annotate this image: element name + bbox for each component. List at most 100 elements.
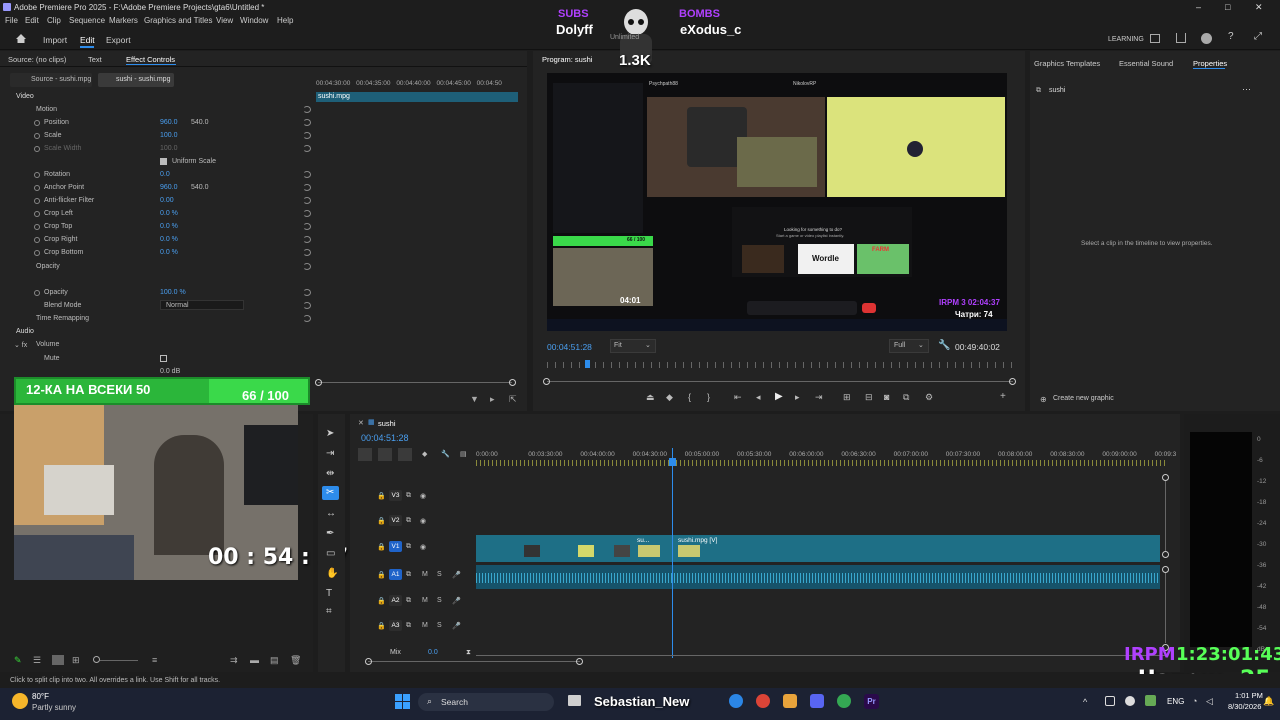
program-zoom-left[interactable] [543, 378, 550, 385]
chrome-icon-2[interactable] [837, 694, 851, 708]
solo-track-button[interactable]: S [437, 571, 442, 578]
reset-parameter-icon[interactable] [303, 106, 311, 113]
track-lock-icon[interactable]: 🔒 [377, 543, 386, 551]
stopwatch-icon[interactable] [34, 120, 40, 126]
share-icon[interactable] [1176, 33, 1186, 43]
menu-view[interactable]: View [216, 16, 233, 25]
timeline-timecode[interactable]: 00:04:51:28 [361, 433, 409, 443]
learning-workspace[interactable]: LEARNING [1108, 36, 1144, 43]
create-graphic-button[interactable]: Create new graphic [1053, 395, 1114, 402]
caption-tool-icon[interactable]: ⌗ [326, 606, 332, 617]
go-to-in-icon[interactable]: ⇤ [734, 392, 742, 403]
tab-graphics-templates[interactable]: Graphics Templates [1034, 59, 1100, 68]
sync-lock-icon[interactable]: ⧉ [406, 597, 411, 605]
discord-icon[interactable] [810, 694, 824, 708]
reset-parameter-icon[interactable] [303, 263, 311, 270]
track-target-a2[interactable]: A2 [389, 595, 402, 606]
effect-property-value-y[interactable]: 540.0 [191, 119, 209, 126]
track-target-a1[interactable]: A1 [389, 569, 402, 580]
zoom-slider-handle[interactable] [93, 656, 100, 663]
new-bin-icon[interactable]: ▬ [250, 655, 259, 665]
overwrite-icon[interactable]: ⊟ [865, 392, 873, 403]
menu-clip[interactable]: Clip [47, 16, 61, 25]
track-lock-icon[interactable]: 🔒 [377, 597, 386, 605]
wrench-icon[interactable]: 🔧 [938, 340, 950, 351]
mix-link-icon[interactable]: ⧗ [466, 649, 471, 657]
track-lock-icon[interactable]: 🔒 [377, 571, 386, 579]
freeform-view-icon[interactable]: ⊞ [72, 655, 80, 666]
stopwatch-icon[interactable] [34, 185, 40, 191]
maximize-icon[interactable]: □ [1225, 2, 1230, 12]
chrome-icon[interactable] [756, 694, 770, 708]
menu-edit[interactable]: Edit [25, 16, 39, 25]
stopwatch-icon[interactable] [34, 172, 40, 178]
stopwatch-icon[interactable] [34, 224, 40, 230]
stopwatch-icon[interactable] [34, 290, 40, 296]
export-tab[interactable]: Export [106, 35, 131, 45]
export-icon[interactable]: ⇱ [509, 394, 517, 405]
effect-property-value[interactable]: 0.0 % [160, 249, 178, 256]
progress-icon[interactable] [1201, 33, 1212, 44]
mute-track-button[interactable]: M [422, 622, 428, 629]
reset-parameter-icon[interactable] [303, 302, 311, 309]
reset-parameter-icon[interactable] [303, 145, 311, 152]
selection-tool-icon[interactable]: ➤ [326, 428, 334, 439]
add-marker-icon[interactable]: ◆ [422, 450, 427, 458]
timeline-tab[interactable]: sushi [378, 419, 396, 428]
microphone-icon[interactable]: 🎤 [452, 597, 461, 605]
clock-time[interactable]: 1:01 PM [1235, 691, 1263, 700]
timeline-playhead-line[interactable] [672, 448, 673, 658]
stopwatch-icon[interactable] [34, 211, 40, 217]
eye-icon[interactable]: ◉ [420, 492, 426, 500]
track-lock-icon[interactable]: 🔒 [377, 492, 386, 500]
minimize-icon[interactable]: – [1196, 2, 1201, 12]
program-zoom-bar[interactable] [547, 381, 1013, 382]
menu-sequence[interactable]: Sequence [69, 16, 105, 25]
effect-property-value[interactable]: 0.0 % [160, 223, 178, 230]
timeline-scrollbar[interactable] [368, 661, 580, 662]
mute-track-button[interactable]: M [422, 571, 428, 578]
reset-parameter-icon[interactable] [303, 197, 311, 204]
wifi-icon[interactable]: ◔ [1192, 696, 1197, 706]
sync-lock-icon[interactable]: ⧉ [406, 571, 411, 579]
list-view-icon[interactable]: ☰ [33, 655, 41, 666]
effect-property-value-y[interactable]: 540.0 [191, 184, 209, 191]
add-button-icon[interactable]: + [1000, 391, 1006, 402]
program-playhead[interactable] [585, 360, 590, 368]
nest-icon[interactable] [358, 448, 372, 461]
effect-property-value[interactable]: 0.0 [160, 171, 170, 178]
weather-temp[interactable]: 80°F [32, 692, 49, 701]
windows-start-icon[interactable] [395, 694, 410, 709]
captions-icon[interactable]: ▤ [460, 450, 467, 458]
edge-icon[interactable] [729, 694, 743, 708]
automate-icon[interactable]: ⇉ [230, 655, 238, 666]
program-zoom-right[interactable] [1009, 378, 1016, 385]
solo-track-button[interactable]: S [437, 622, 442, 629]
app-icon[interactable] [783, 694, 797, 708]
track-lock-icon[interactable]: 🔒 [377, 517, 386, 525]
tab-effect-controls[interactable]: Effect Controls [126, 55, 175, 64]
eye-icon[interactable]: ◉ [420, 543, 426, 551]
sync-lock-icon[interactable]: ⧉ [406, 543, 411, 551]
ripple-edit-icon[interactable]: ⇹ [326, 468, 334, 479]
menu-graphics[interactable]: Graphics and Titles [144, 16, 212, 25]
stopwatch-icon[interactable] [34, 146, 40, 152]
linked-select-icon[interactable] [398, 448, 412, 461]
trash-icon[interactable]: 🗑 [290, 655, 301, 666]
microphone-icon[interactable]: 🎤 [452, 571, 461, 579]
track-target-v1[interactable]: V1 [389, 541, 402, 552]
stopwatch-icon[interactable] [34, 133, 40, 139]
effect-property-value[interactable]: 100.0 [160, 132, 178, 139]
icon-view-icon[interactable] [52, 655, 64, 665]
effect-property-value[interactable]: 0.0 % [160, 236, 178, 243]
reset-parameter-icon[interactable] [303, 132, 311, 139]
snap-icon[interactable] [378, 448, 392, 461]
ec-zoom-left-handle[interactable] [315, 379, 322, 386]
ec-zoom-bar[interactable] [318, 382, 512, 383]
task-view-icon[interactable] [568, 695, 581, 706]
track-lock-icon[interactable]: 🔒 [377, 622, 386, 630]
reset-parameter-icon[interactable] [303, 315, 311, 322]
reset-parameter-icon[interactable] [303, 223, 311, 230]
microphone-icon[interactable]: 🎤 [452, 622, 461, 630]
sort-icon[interactable]: ≡ [152, 655, 157, 665]
